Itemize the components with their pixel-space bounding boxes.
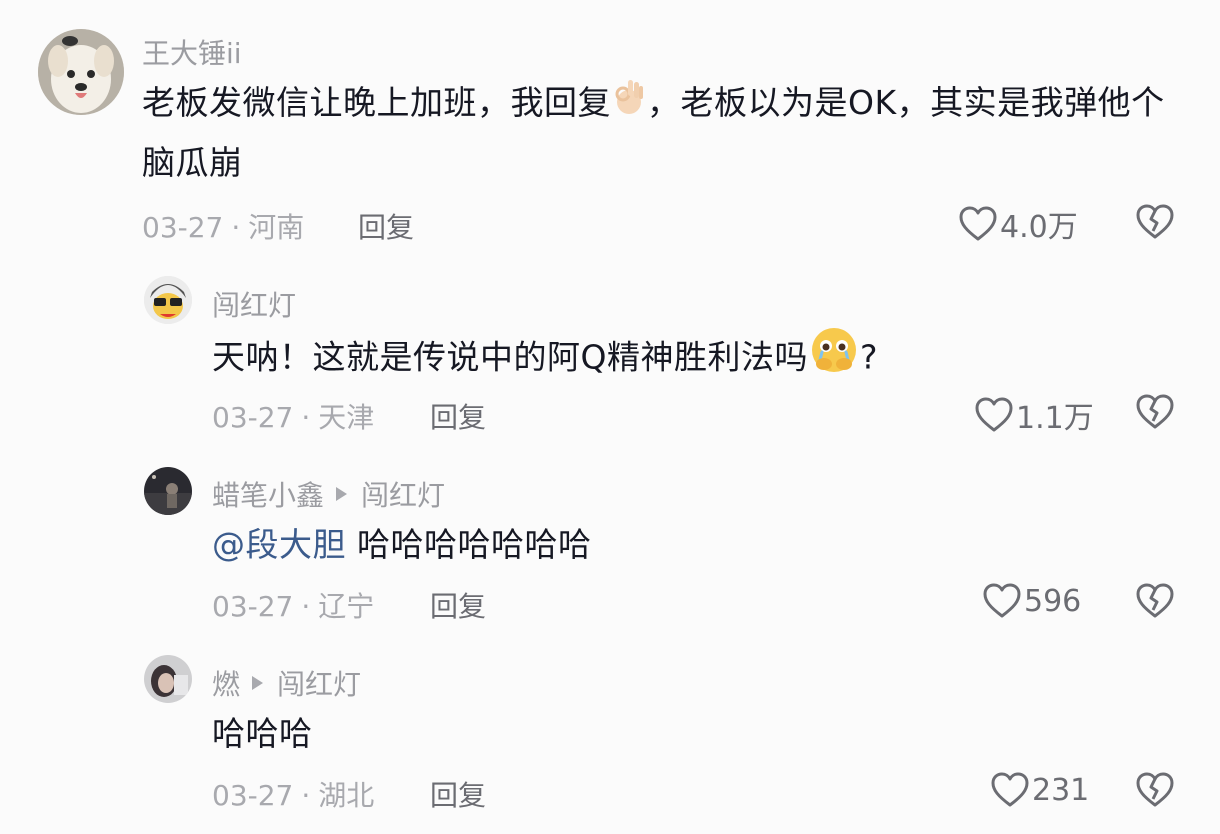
username-text[interactable]: 蜡笔小鑫 xyxy=(212,474,324,514)
dislike-button[interactable] xyxy=(1135,771,1175,813)
heart-outline-icon xyxy=(991,772,1029,807)
username[interactable]: 蜡笔小鑫 闯红灯 xyxy=(212,474,445,514)
comment-date: 03-27 xyxy=(212,779,294,812)
separator-dot: · xyxy=(301,779,311,812)
holding-back-tears-emoji-icon xyxy=(808,326,860,392)
dislike-button[interactable] xyxy=(1135,393,1175,435)
comment-text-part: 哈哈哈 xyxy=(212,714,313,753)
like-button[interactable]: 4.0万 xyxy=(958,202,1078,246)
comment-date: 03-27 xyxy=(142,211,224,244)
separator-dot: · xyxy=(231,211,241,244)
ok-hand-emoji-icon xyxy=(611,76,647,134)
avatar[interactable] xyxy=(38,29,124,115)
comment-text: 老板发微信让晚上加班，我回复 ，老板以为是OK，其实是我弹他个脑瓜崩 xyxy=(142,74,1182,192)
broken-heart-icon xyxy=(1136,583,1174,618)
reply-button[interactable]: 回复 xyxy=(430,396,486,436)
like-button[interactable]: 596 xyxy=(982,582,1081,620)
heart-outline-icon xyxy=(975,397,1013,432)
like-count: 596 xyxy=(1024,583,1082,619)
dog-avatar-icon xyxy=(38,29,124,115)
comment-text-part: ? xyxy=(859,337,878,377)
comment-text-part: 老板发微信让晚上加班，我回复 xyxy=(142,83,611,122)
comment-date: 03-27 xyxy=(212,590,294,623)
comment-meta: 03-27 · 湖北 xyxy=(212,774,374,814)
avatar[interactable] xyxy=(144,655,192,703)
reply-to-username[interactable]: 闯红灯 xyxy=(277,663,361,703)
comment-meta: 03-27 · 天津 xyxy=(212,396,374,436)
comment-location: 湖北 xyxy=(318,779,375,812)
comment-location: 河南 xyxy=(248,211,305,244)
reply-button[interactable]: 回复 xyxy=(430,774,486,814)
username[interactable]: 燃 闯红灯 xyxy=(212,663,361,703)
like-count: 1.1万 xyxy=(1016,401,1094,436)
broken-heart-icon xyxy=(1136,204,1174,239)
comment-location: 天津 xyxy=(318,401,375,434)
like-button[interactable]: 231 xyxy=(990,771,1089,809)
dislike-button[interactable] xyxy=(1135,582,1175,624)
separator-dot: · xyxy=(301,590,311,623)
username[interactable]: 王大锤ii xyxy=(142,32,242,72)
username-text[interactable]: 闯红灯 xyxy=(212,284,296,324)
like-button[interactable]: 1.1万 xyxy=(974,393,1094,437)
username-text[interactable]: 王大锤ii xyxy=(142,32,242,72)
comment-text-part: 哈哈哈哈哈哈哈 xyxy=(346,525,592,564)
heart-outline-icon xyxy=(983,583,1021,618)
broken-heart-icon xyxy=(1136,772,1174,807)
comment-text: @段大胆 哈哈哈哈哈哈哈 xyxy=(212,516,1172,574)
comment-date: 03-27 xyxy=(212,401,294,434)
mention-link[interactable]: @段大胆 xyxy=(212,525,346,564)
reply-arrow-icon xyxy=(336,487,348,501)
comment-location: 辽宁 xyxy=(318,590,375,623)
like-count: 231 xyxy=(1032,772,1090,808)
comment-meta: 03-27 · 河南 xyxy=(142,206,304,246)
heart-outline-icon xyxy=(959,206,997,241)
reply-to-username[interactable]: 闯红灯 xyxy=(361,474,445,514)
username[interactable]: 闯红灯 xyxy=(212,284,296,324)
reply-button[interactable]: 回复 xyxy=(430,585,486,625)
reply-arrow-icon xyxy=(252,676,264,690)
reply-button[interactable]: 回复 xyxy=(358,206,414,246)
photo-avatar-icon xyxy=(144,467,192,515)
comment-text: 天呐！这就是传说中的阿Q精神胜利法吗 ? xyxy=(212,326,1172,392)
photo-avatar-icon xyxy=(144,655,192,703)
avatar[interactable] xyxy=(144,467,192,515)
like-count: 4.0万 xyxy=(1000,210,1078,245)
comment-text: 哈哈哈 xyxy=(212,705,1172,763)
dislike-button[interactable] xyxy=(1135,203,1175,245)
separator-dot: · xyxy=(301,401,311,434)
avatar[interactable] xyxy=(144,276,192,324)
comment-meta: 03-27 · 辽宁 xyxy=(212,585,374,625)
comment-text-part: 天呐！这就是传说中的阿Q精神胜利法吗 xyxy=(212,337,808,377)
username-text[interactable]: 燃 xyxy=(212,663,240,703)
broken-heart-icon xyxy=(1136,394,1174,429)
cartoon-avatar-icon xyxy=(144,276,192,324)
